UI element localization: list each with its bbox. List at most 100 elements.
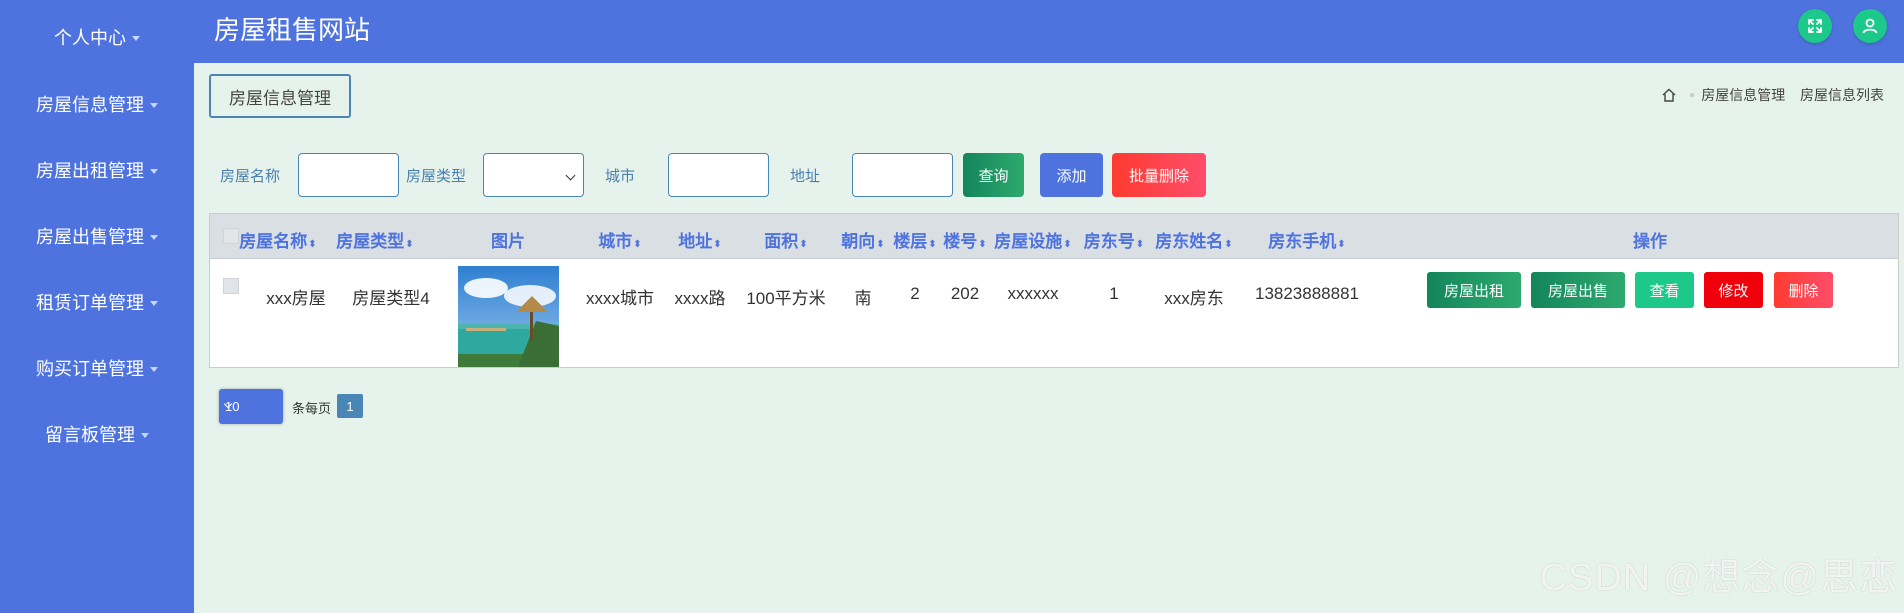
sidebar-item-house-info[interactable]: 房屋信息管理	[0, 84, 194, 124]
caret-down-icon	[150, 300, 158, 306]
caret-down-icon	[141, 432, 149, 438]
col-header-floor[interactable]: 楼层⬍	[893, 227, 936, 252]
caret-down-icon	[150, 102, 158, 108]
page-number-button[interactable]: 1	[337, 394, 363, 418]
search-bar: 房屋名称 房屋类型 城市 地址 查询 添加 批量删除	[194, 150, 1904, 200]
col-header-name[interactable]: 房屋名称⬍	[239, 227, 316, 252]
user-button[interactable]	[1853, 9, 1887, 43]
cell-address: xxxx路	[674, 289, 726, 308]
address-label: 地址	[790, 168, 821, 185]
col-header-facilities[interactable]: 房屋设施⬍	[994, 227, 1071, 252]
col-header-landlord-name[interactable]: 房东姓名⬍	[1155, 227, 1232, 252]
sort-icon: ⬍	[405, 239, 414, 250]
sort-icon: ⬍	[1224, 239, 1233, 250]
city-input[interactable]	[668, 153, 769, 197]
address-input[interactable]	[852, 153, 953, 197]
sidebar-item-purchase-orders[interactable]: 购买订单管理	[0, 348, 194, 388]
sort-icon: ⬍	[308, 239, 317, 250]
caret-down-icon	[132, 35, 140, 41]
site-title: 房屋租售网站	[214, 15, 371, 45]
expand-icon	[1808, 19, 1822, 33]
caret-down-icon	[150, 366, 158, 372]
sort-icon: ⬍	[713, 239, 722, 250]
breadcrumb-separator: ●	[1689, 89, 1696, 101]
home-icon[interactable]	[1661, 87, 1677, 103]
add-button[interactable]: 添加	[1040, 153, 1103, 197]
select-all-checkbox[interactable]	[223, 228, 239, 244]
page-size-select[interactable]: 10	[219, 389, 283, 424]
page-tab[interactable]: 房屋信息管理	[209, 74, 351, 118]
sidebar-item-label: 房屋出售管理	[36, 227, 144, 247]
user-icon	[1862, 18, 1878, 34]
col-header-city[interactable]: 城市⬍	[598, 227, 641, 252]
house-image	[458, 266, 559, 367]
col-header-building[interactable]: 楼号⬍	[943, 227, 986, 252]
cell-orientation: 南	[854, 289, 872, 308]
col-header-address[interactable]: 地址⬍	[678, 227, 721, 252]
sidebar-item-label: 留言板管理	[45, 425, 135, 445]
col-header-actions: 操作	[1633, 232, 1667, 251]
sidebar-item-label: 租赁订单管理	[36, 293, 144, 313]
col-header-landlord-no[interactable]: 房东号⬍	[1084, 227, 1144, 252]
breadcrumb: ● 房屋信息管理 房屋信息列表	[1661, 85, 1884, 105]
city-label: 城市	[605, 168, 636, 185]
sell-house-button[interactable]: 房屋出售	[1531, 272, 1625, 308]
chevron-down-icon	[565, 170, 576, 181]
caret-down-icon	[150, 234, 158, 240]
cell-landlord-phone: 13823888881	[1254, 284, 1360, 303]
caret-down-icon	[150, 168, 158, 174]
edit-button[interactable]: 修改	[1704, 272, 1763, 308]
sidebar-item-rental-orders[interactable]: 租赁订单管理	[0, 282, 194, 322]
cell-type: 房屋类型4	[352, 289, 430, 308]
col-header-orientation[interactable]: 朝向⬍	[841, 227, 884, 252]
delete-button[interactable]: 删除	[1774, 272, 1833, 308]
sort-icon: ⬍	[1337, 239, 1346, 250]
sort-icon: ⬍	[633, 239, 642, 250]
sort-icon: ⬍	[1135, 239, 1145, 250]
sidebar-item-personal-center[interactable]: 个人中心	[0, 17, 194, 57]
cell-landlord-no: 1	[1109, 284, 1119, 303]
house-table: 房屋名称⬍ 房屋类型⬍ 图片 城市⬍ 地址⬍ 面积⬍ 朝向⬍ 楼层⬍ 楼号⬍ 房…	[209, 213, 1899, 368]
batch-delete-button[interactable]: 批量删除	[1112, 153, 1206, 197]
cell-building: 202	[950, 284, 980, 303]
sort-icon: ⬍	[978, 239, 987, 250]
sidebar-item-house-sale[interactable]: 房屋出售管理	[0, 216, 194, 256]
breadcrumb-separator	[1791, 90, 1794, 101]
sidebar-item-label: 个人中心	[54, 28, 126, 48]
type-label: 房屋类型	[406, 168, 467, 185]
col-header-area[interactable]: 面积⬍	[764, 227, 807, 252]
cell-landlord-name: xxx房东	[1164, 289, 1224, 308]
house-name-input[interactable]	[298, 153, 399, 197]
sidebar-item-house-rent[interactable]: 房屋出租管理	[0, 150, 194, 190]
name-label: 房屋名称	[220, 168, 281, 185]
sidebar: 个人中心 房屋信息管理 房屋出租管理 房屋出售管理 租赁订单管理 购买订单管理 …	[0, 0, 194, 613]
watermark: CSDN @想念@思恋	[1539, 557, 1898, 599]
sidebar-item-label: 房屋信息管理	[36, 95, 144, 115]
view-button[interactable]: 查看	[1635, 272, 1694, 308]
sort-icon: ⬍	[1063, 239, 1072, 250]
table-header: 房屋名称⬍ 房屋类型⬍ 图片 城市⬍ 地址⬍ 面积⬍ 朝向⬍ 楼层⬍ 楼号⬍ 房…	[210, 214, 1898, 259]
sidebar-item-message-board[interactable]: 留言板管理	[0, 414, 194, 454]
breadcrumb-item[interactable]: 房屋信息管理	[1701, 85, 1785, 105]
row-checkbox[interactable]	[223, 278, 239, 294]
top-header: 房屋租售网站	[194, 0, 1904, 63]
breadcrumb-item: 房屋信息列表	[1800, 87, 1884, 103]
sort-icon: ⬍	[928, 239, 937, 250]
col-header-landlord-phone[interactable]: 房东手机⬍	[1268, 227, 1345, 252]
col-header-image: 图片	[491, 232, 525, 251]
sort-icon: ⬍	[876, 239, 885, 250]
cell-facilities: xxxxxx	[1007, 284, 1059, 303]
per-page-label: 条每页	[292, 401, 332, 416]
cell-city: xxxx城市	[586, 289, 654, 308]
fullscreen-button[interactable]	[1798, 9, 1832, 43]
query-button[interactable]: 查询	[963, 153, 1024, 197]
sidebar-item-label: 房屋出租管理	[36, 161, 144, 181]
cell-floor: 2	[910, 284, 920, 303]
house-type-select[interactable]	[483, 153, 584, 197]
cell-area: 100平方米	[746, 289, 826, 308]
main-content: 房屋信息管理 ● 房屋信息管理 房屋信息列表 房屋名称 房屋类型 城市 地址 查…	[194, 63, 1904, 613]
col-header-type[interactable]: 房屋类型⬍	[336, 227, 413, 252]
cell-name: xxx房屋	[266, 289, 326, 308]
sort-icon: ⬍	[799, 239, 808, 250]
rent-house-button[interactable]: 房屋出租	[1427, 272, 1521, 308]
